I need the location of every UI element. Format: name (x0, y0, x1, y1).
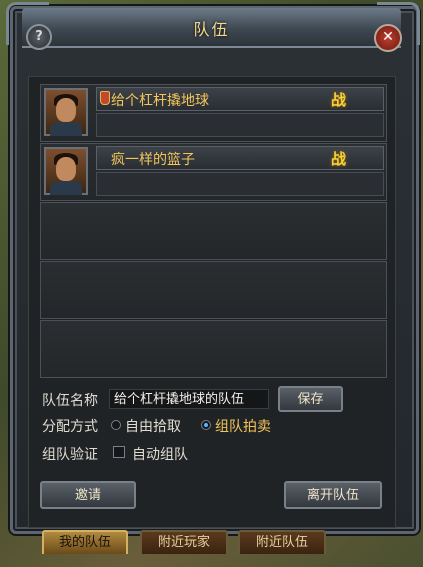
empty-member-slot[interactable] (40, 320, 387, 378)
window-title: 队伍 (193, 20, 230, 39)
team-name-label: 队伍名称 (42, 393, 98, 409)
close-button[interactable]: ✕ (374, 24, 402, 52)
member-info-bar (96, 172, 384, 196)
help-button[interactable]: ? (26, 24, 52, 50)
leave-team-button[interactable]: 离开队伍 (284, 481, 382, 509)
tab-nearby-players[interactable]: 附近玩家 (140, 530, 228, 554)
member-avatar[interactable] (44, 147, 88, 195)
save-button[interactable]: 保存 (278, 386, 343, 412)
avatar-face (56, 98, 76, 122)
free-pickup-radio[interactable] (111, 420, 121, 430)
leader-icon (100, 91, 110, 105)
free-pickup-label[interactable]: 自由拾取 (125, 416, 181, 436)
member-slot-1[interactable]: 给个杠杆撬地球 战 (40, 84, 387, 142)
member-avatar[interactable] (44, 88, 88, 136)
tab-nearby-teams[interactable]: 附近队伍 (238, 530, 326, 554)
member-info-bar (96, 113, 384, 137)
avatar-body (50, 181, 82, 195)
member-name: 给个杠杆撬地球 (111, 93, 209, 109)
team-auction-label[interactable]: 组队拍卖 (215, 416, 271, 436)
team-verify-label: 组队验证 (42, 447, 98, 463)
distribution-label: 分配方式 (42, 419, 98, 435)
tab-my-team[interactable]: 我的队伍 (42, 530, 128, 554)
empty-member-slot[interactable] (40, 202, 387, 260)
avatar-body (50, 122, 82, 136)
invite-button[interactable]: 邀请 (40, 481, 136, 509)
class-badge: 战 (331, 150, 347, 168)
class-badge: 战 (331, 91, 347, 109)
team-name-input[interactable]: 给个杠杆撬地球的队伍 (109, 389, 269, 409)
auto-team-label[interactable]: 自动组队 (132, 444, 188, 464)
team-auction-radio[interactable] (201, 420, 211, 430)
close-icon: ✕ (382, 29, 394, 45)
avatar-face (56, 157, 76, 181)
member-name-bar: 疯一样的篮子 战 (96, 146, 384, 170)
empty-member-slot[interactable] (40, 261, 387, 319)
member-name-bar: 给个杠杆撬地球 战 (96, 87, 384, 111)
auto-team-checkbox[interactable] (113, 446, 125, 458)
member-name: 疯一样的篮子 (111, 152, 195, 168)
member-slot-2[interactable]: 疯一样的篮子 战 (40, 143, 387, 201)
question-icon: ? (35, 29, 43, 44)
